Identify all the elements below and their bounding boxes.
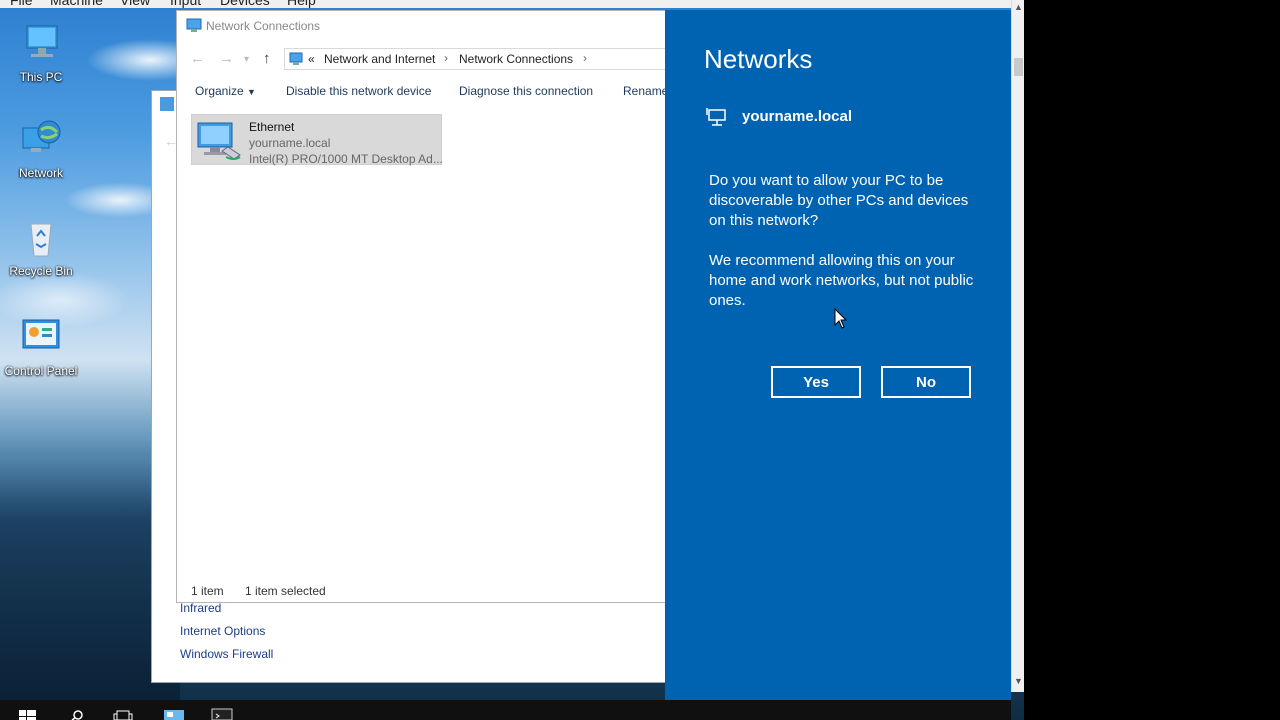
scrollbar-thumb[interactable] (1014, 58, 1023, 76)
ethernet-connection-item[interactable]: Ethernet yourname.local Intel(R) PRO/100… (191, 114, 443, 166)
vm-menu-file[interactable]: File (10, 0, 33, 8)
desktop-icon-this-pc[interactable]: This PC (1, 22, 81, 84)
back-arrow-icon[interactable]: ← (190, 50, 205, 67)
desktop-icon-label: This PC (19, 70, 63, 84)
vm-menubar: File Machine View Input Devices Help (0, 0, 1024, 8)
recent-locations-chevron-icon[interactable]: ▾ (244, 54, 249, 65)
scroll-up-icon[interactable]: ▲ (1014, 2, 1023, 12)
connection-network: yourname.local (249, 136, 331, 150)
desktop-icon-label: Network (18, 166, 63, 180)
vm-menu-devices[interactable]: Devices (220, 0, 270, 8)
discovery-recommendation: We recommend allowing this on your home … (709, 252, 974, 309)
vm-menu-view[interactable]: View (120, 0, 150, 8)
task-view-icon[interactable] (113, 706, 133, 720)
control-panel-window-icon (160, 97, 174, 111)
desktop-icon-label: Control Panel (4, 364, 78, 378)
no-button[interactable]: No (881, 366, 971, 398)
flyout-title: Networks (704, 44, 813, 74)
control-panel-icon (19, 316, 63, 360)
desktop-icon-control-panel[interactable]: Control Panel (1, 316, 81, 378)
control-panel-link-list: Infrared Internet Options Windows Firewa… (180, 601, 273, 670)
vm-vertical-scrollbar[interactable]: ▲ ▼ (1011, 0, 1024, 692)
vm-menu-machine[interactable]: Machine (50, 0, 103, 8)
network-globe-icon (19, 118, 63, 162)
disable-network-device-button[interactable]: Disable this network device (286, 84, 431, 98)
desktop-icon-recycle-bin[interactable]: Recycle Bin (1, 216, 81, 278)
desktop-icon-network[interactable]: Network (1, 118, 81, 180)
address-bar[interactable]: « Network and Internet › Network Connect… (284, 48, 674, 70)
dropdown-arrow-icon: ▼ (247, 87, 256, 97)
network-connections-icon (186, 18, 202, 33)
search-icon[interactable] (70, 706, 84, 720)
scroll-down-icon[interactable]: ▼ (1014, 676, 1023, 686)
control-panel-taskbar-icon[interactable] (163, 706, 185, 720)
networks-flyout: Networks yourname.local Do you want to a… (665, 10, 1011, 720)
discovery-question: Do you want to allow your PC to be disco… (709, 172, 969, 229)
recycle-bin-icon (19, 216, 63, 260)
command-bar: Organize ▼ Disable this network device D… (177, 81, 665, 101)
window-titlebar[interactable]: Network Connections (177, 11, 665, 41)
breadcrumb-separator-icon[interactable]: › (583, 51, 587, 65)
network-name: yourname.local (742, 108, 853, 125)
vm-menu-help[interactable]: Help (287, 0, 316, 8)
breadcrumb-separator-icon[interactable]: › (444, 51, 448, 65)
desktop-icon-label: Recycle Bin (9, 264, 73, 278)
selected-count: 1 item selected (245, 584, 326, 598)
rename-button[interactable]: Rename (623, 84, 665, 98)
up-arrow-icon[interactable]: ↑ (263, 50, 271, 67)
network-connections-window: Network Connections ← → ▾ ↑ « Network an… (176, 10, 674, 603)
connection-adapter: Intel(R) PRO/1000 MT Desktop Ad... (249, 152, 443, 166)
cp-link-internet-options[interactable]: Internet Options (180, 624, 273, 647)
command-prompt-icon[interactable] (211, 706, 233, 720)
ethernet-adapter-icon (196, 121, 244, 163)
yes-button[interactable]: Yes (771, 366, 861, 398)
vm-display: File Machine View Input Devices Help Thi… (0, 0, 1024, 720)
forward-arrow-icon[interactable]: → (219, 50, 234, 67)
breadcrumb-overflow[interactable]: « (308, 52, 315, 66)
mouse-cursor-icon (834, 307, 848, 330)
start-windows-icon[interactable] (19, 706, 36, 720)
cp-link-windows-firewall[interactable]: Windows Firewall (180, 647, 273, 670)
cp-link-infrared[interactable]: Infrared (180, 601, 273, 624)
diagnose-connection-button[interactable]: Diagnose this connection (459, 84, 593, 98)
organize-button[interactable]: Organize ▼ (195, 84, 256, 98)
wired-network-icon (706, 107, 728, 127)
address-location-icon (289, 52, 303, 66)
window-title: Network Connections (206, 19, 321, 33)
taskbar (0, 700, 1011, 720)
address-bar-row: ← → ▾ ↑ « Network and Internet › Network… (177, 45, 674, 73)
vm-menu-input[interactable]: Input (170, 0, 201, 8)
this-pc-icon (19, 22, 63, 66)
item-count: 1 item (191, 584, 224, 598)
connection-name: Ethernet (249, 120, 295, 134)
breadcrumb-network-connections[interactable]: Network Connections (459, 52, 573, 66)
breadcrumb-network-and-internet[interactable]: Network and Internet (324, 52, 435, 66)
